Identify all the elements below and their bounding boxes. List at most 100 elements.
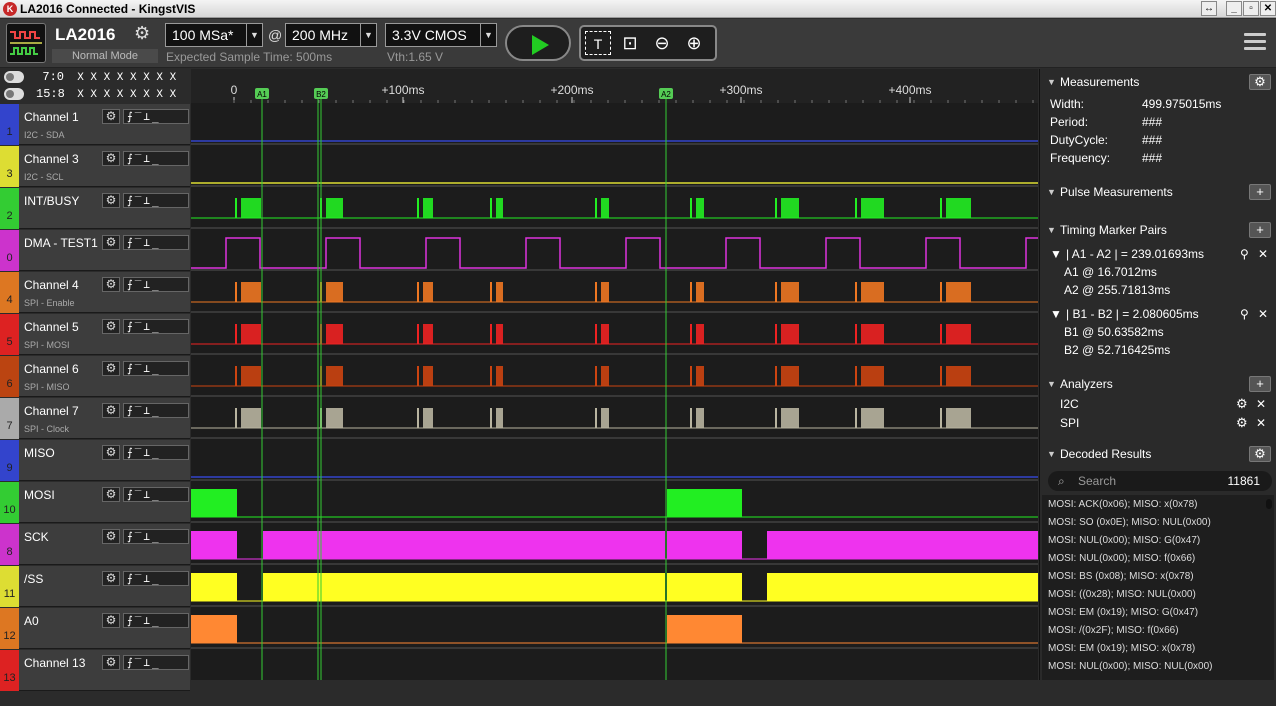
bit-toggle[interactable] xyxy=(4,70,24,83)
trigger-mode-selector[interactable]: ⨍‾⊥_ xyxy=(123,193,189,208)
decoded-result-row[interactable]: MOSI: NUL(0x00); MISO: NUL(0x00) xyxy=(1048,661,1212,672)
channel-settings-gear-icon[interactable]: ⚙ xyxy=(102,361,120,376)
zoom-in-icon[interactable]: ⊕ xyxy=(681,31,707,55)
bit-toggle[interactable] xyxy=(4,87,24,100)
maximize-button[interactable]: ▫ xyxy=(1243,1,1259,16)
scrollbar-thumb[interactable] xyxy=(1266,499,1272,509)
trigger-mode-selector[interactable]: ⨍‾⊥_ xyxy=(123,445,189,460)
decoded-settings-gear-icon[interactable]: ⚙ xyxy=(1249,446,1271,462)
channel-row[interactable]: 9 MISO ⚙ ⨍‾⊥_ xyxy=(0,440,190,481)
remove-pair-close-icon[interactable]: ✕ xyxy=(1258,307,1268,321)
trigger-mode-selector[interactable]: ⨍‾⊥_ xyxy=(123,319,189,334)
channel-row[interactable]: 11/SS ⚙ ⨍‾⊥_ xyxy=(0,566,190,607)
timing-marker-pairs-header[interactable]: ▼ Timing Marker Pairs + xyxy=(1040,219,1276,241)
trigger-mode-selector[interactable]: ⨍‾⊥_ xyxy=(123,277,189,292)
zoom-fit-icon[interactable]: ⊡ xyxy=(617,31,643,55)
channel-name[interactable]: A0 xyxy=(24,614,39,628)
channel-settings-gear-icon[interactable]: ⚙ xyxy=(102,319,120,334)
analyzer-remove-close-icon[interactable]: ✕ xyxy=(1256,397,1266,411)
add-marker-pair-button[interactable]: + xyxy=(1249,222,1271,238)
analyzer-settings-gear-icon[interactable]: ⚙ xyxy=(1236,396,1248,412)
trigger-mode-selector[interactable]: ⨍‾⊥_ xyxy=(123,235,189,250)
channel-row[interactable]: 10 MOSI ⚙ ⨍‾⊥_ xyxy=(0,482,190,523)
decoded-result-row[interactable]: MOSI: ACK(0x06); MISO: x(0x78) xyxy=(1048,499,1197,510)
zoom-out-icon[interactable]: ⊖ xyxy=(649,31,675,55)
channel-row[interactable]: 0 DMA - TEST1 ⚙ ⨍‾⊥_ xyxy=(0,230,190,271)
channel-settings-gear-icon[interactable]: ⚙ xyxy=(102,277,120,292)
decoded-result-row[interactable]: MOSI: NUL(0x00); MISO: G(0x47) xyxy=(1048,535,1200,546)
channel-name[interactable]: Channel 6 xyxy=(24,362,79,376)
channel-name[interactable]: INT/BUSY xyxy=(24,194,79,208)
decoded-result-row[interactable]: MOSI: EM (0x19); MISO: G(0x47) xyxy=(1048,607,1198,618)
channel-name[interactable]: Channel 5 xyxy=(24,320,79,334)
analyzers-header[interactable]: ▼ Analyzers + xyxy=(1040,373,1276,395)
channel-row[interactable]: 7 Channel 7 SPI - Clock ⚙ ⨍‾⊥_ xyxy=(0,398,190,439)
channel-settings-gear-icon[interactable]: ⚙ xyxy=(102,529,120,544)
channel-settings-gear-icon[interactable]: ⚙ xyxy=(102,151,120,166)
collapse-arrow-icon[interactable]: ▼ xyxy=(1050,247,1062,261)
channel-name[interactable]: Channel 4 xyxy=(24,278,79,292)
voltage-select[interactable]: 3.3V CMOS ▼ xyxy=(385,23,497,47)
channel-row[interactable]: 12 A0 ⚙ ⨍‾⊥_ xyxy=(0,608,190,649)
trigger-mode-selector[interactable]: ⨍‾⊥_ xyxy=(123,403,189,418)
channel-settings-gear-icon[interactable]: ⚙ xyxy=(102,571,120,586)
decoded-results-header[interactable]: ▼ Decoded Results ⚙ xyxy=(1040,443,1276,465)
decoded-results-list[interactable]: MOSI: ACK(0x06); MISO: x(0x78) MOSI: SO (… xyxy=(1042,495,1274,680)
channel-row[interactable]: 2 INT/BUSY ⚙ ⨍‾⊥_ xyxy=(0,188,190,229)
channel-row[interactable]: 1 Channel 1 I2C - SDA ⚙ ⨍‾⊥_ xyxy=(0,104,190,145)
waveform-view[interactable]: 0 +100ms +200ms +300ms +400ms A1 B2 A2 xyxy=(191,69,1038,680)
trigger-mode-selector[interactable]: ⨍‾⊥_ xyxy=(123,487,189,502)
decoded-result-row[interactable]: MOSI: BS (0x08); MISO: x(0x78) xyxy=(1048,571,1194,582)
channel-settings-gear-icon[interactable]: ⚙ xyxy=(102,655,120,670)
add-analyzer-button[interactable]: + xyxy=(1249,376,1271,392)
channel-name[interactable]: Channel 3 xyxy=(24,152,79,166)
remove-pair-close-icon[interactable]: ✕ xyxy=(1258,247,1268,261)
channel-name[interactable]: DMA - TEST1 xyxy=(24,236,98,250)
channel-row[interactable]: 3 Channel 3 I2C - SCL ⚙ ⨍‾⊥_ xyxy=(0,146,190,187)
device-settings-gear-icon[interactable]: ⚙ xyxy=(134,23,150,44)
channel-name[interactable]: Channel 13 xyxy=(24,656,85,670)
add-pulse-measurement-button[interactable]: + xyxy=(1249,184,1271,200)
channel-settings-gear-icon[interactable]: ⚙ xyxy=(102,109,120,124)
decoded-result-row[interactable]: MOSI: SO (0x0E); MISO: NUL(0x00) xyxy=(1048,517,1211,528)
channel-settings-gear-icon[interactable]: ⚙ xyxy=(102,445,120,460)
channel-settings-gear-icon[interactable]: ⚙ xyxy=(102,235,120,250)
channel-name[interactable]: Channel 7 xyxy=(24,404,79,418)
measurements-header[interactable]: ▼ Measurements ⚙ xyxy=(1040,71,1276,93)
device-waveform-icon[interactable] xyxy=(6,23,46,63)
frequency-select[interactable]: 200 MHz ▼ xyxy=(285,23,377,47)
run-button[interactable] xyxy=(505,25,571,61)
channel-name[interactable]: MISO xyxy=(24,446,55,460)
channel-name[interactable]: SCK xyxy=(24,530,49,544)
channel-settings-gear-icon[interactable]: ⚙ xyxy=(102,193,120,208)
channel-row[interactable]: 6 Channel 6 SPI - MISO ⚙ ⨍‾⊥_ xyxy=(0,356,190,397)
decoded-result-row[interactable]: MOSI: EM (0x19); MISO: x(0x78) xyxy=(1048,643,1195,654)
channel-name[interactable]: Channel 1 xyxy=(24,110,79,124)
collapse-arrow-icon[interactable]: ▼ xyxy=(1050,307,1062,321)
pin-icon[interactable]: ⚲ xyxy=(1240,307,1249,321)
pulse-measurements-header[interactable]: ▼ Pulse Measurements + xyxy=(1040,181,1276,203)
trigger-mode-selector[interactable]: ⨍‾⊥_ xyxy=(123,151,189,166)
trigger-mode-selector[interactable]: ⨍‾⊥_ xyxy=(123,571,189,586)
trigger-mode-selector[interactable]: ⨍‾⊥_ xyxy=(123,655,189,670)
close-button[interactable]: ✕ xyxy=(1260,1,1276,16)
channel-name[interactable]: /SS xyxy=(24,572,43,586)
text-tool-icon[interactable]: T xyxy=(585,31,611,55)
sample-rate-select[interactable]: 100 MSa* ▼ xyxy=(165,23,263,47)
pin-icon[interactable]: ⚲ xyxy=(1240,247,1249,261)
hamburger-menu-icon[interactable] xyxy=(1244,33,1266,53)
decoded-result-row[interactable]: MOSI: ((0x28); MISO: NUL(0x00) xyxy=(1048,589,1196,600)
trigger-mode-selector[interactable]: ⨍‾⊥_ xyxy=(123,109,189,124)
measurements-settings-gear-icon[interactable]: ⚙ xyxy=(1249,74,1271,90)
analyzer-name[interactable]: I2C xyxy=(1060,397,1079,411)
analyzer-remove-close-icon[interactable]: ✕ xyxy=(1256,416,1266,430)
decoded-result-row[interactable]: MOSI: NUL(0x00); MISO: f(0x66) xyxy=(1048,553,1195,564)
restore-size-button[interactable]: ↔ xyxy=(1201,1,1217,16)
channel-row[interactable]: 4 Channel 4 SPI - Enable ⚙ ⨍‾⊥_ xyxy=(0,272,190,313)
trigger-mode-selector[interactable]: ⨍‾⊥_ xyxy=(123,529,189,544)
channel-row[interactable]: 8 SCK ⚙ ⨍‾⊥_ xyxy=(0,524,190,565)
channel-settings-gear-icon[interactable]: ⚙ xyxy=(102,613,120,628)
channel-settings-gear-icon[interactable]: ⚙ xyxy=(102,403,120,418)
decoded-result-row[interactable]: MOSI: /(0x2F); MISO: f(0x66) xyxy=(1048,625,1179,636)
decoded-search-input[interactable]: ⌕ Search 11861 xyxy=(1048,471,1272,491)
